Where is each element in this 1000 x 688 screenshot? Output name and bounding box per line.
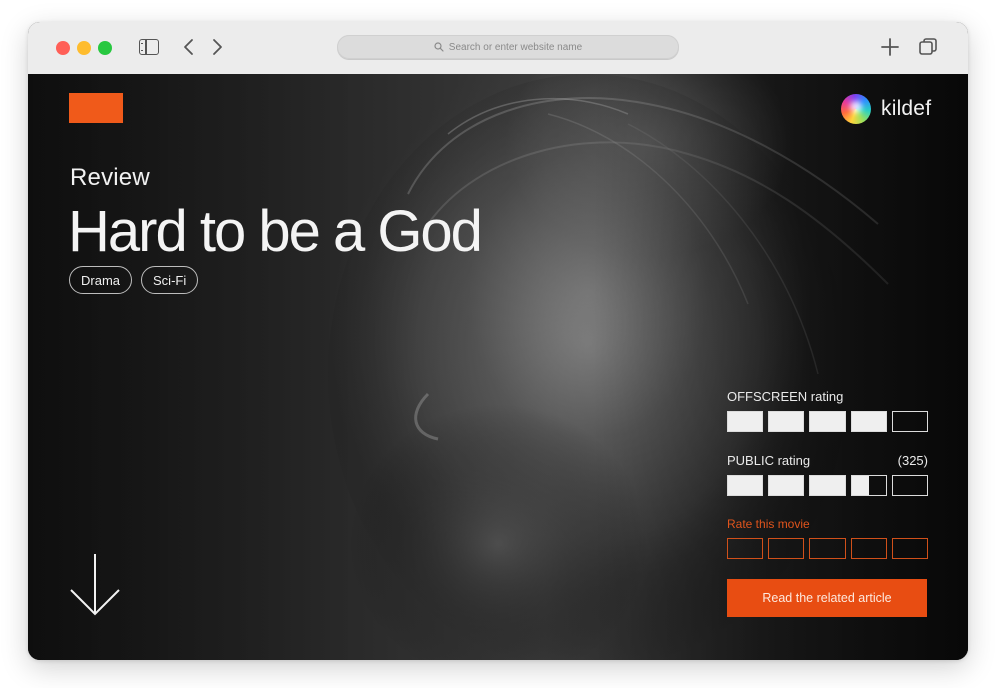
offscreen-rating-label: OFFSCREEN rating — [727, 389, 928, 404]
public-rating-box-fill — [810, 476, 845, 495]
read-article-button[interactable]: Read the related article — [727, 579, 927, 617]
rate-movie-box-1[interactable] — [727, 538, 764, 559]
browser-toolbar: Search or enter website name — [28, 22, 968, 75]
rate-movie-box-4[interactable] — [850, 538, 887, 559]
public-rating-box-fill — [728, 476, 763, 495]
forward-arrow-icon[interactable] — [206, 36, 228, 58]
public-rating-label: PUBLIC rating (325) — [727, 453, 928, 468]
genre-tags: Drama Sci-Fi — [69, 266, 199, 294]
public-rating-text: PUBLIC rating — [727, 453, 811, 468]
offscreen-rating-box-fill — [851, 412, 886, 431]
offscreen-rating-bar — [727, 411, 929, 432]
offscreen-rating-box-4 — [850, 411, 887, 432]
rate-movie-box-2[interactable] — [768, 538, 805, 559]
offscreen-rating-box-2 — [768, 411, 805, 432]
public-rating-bar — [727, 475, 929, 496]
tag-drama[interactable]: Drama — [69, 266, 133, 294]
arrow-down-icon[interactable] — [68, 552, 122, 618]
address-bar-placeholder: Search or enter website name — [448, 41, 583, 53]
maximize-window-button[interactable] — [98, 41, 112, 55]
search-icon — [434, 42, 444, 52]
offscreen-rating-box-fill — [810, 412, 845, 431]
offscreen-rating-text: OFFSCREEN rating — [727, 389, 844, 404]
public-rating-box-4 — [850, 475, 887, 496]
rate-movie-label: Rate this movie — [727, 517, 810, 531]
ratings-panel: OFFSCREEN rating PUBLIC rating (325) Rat… — [727, 389, 929, 617]
hero-section: kildef Review Hard to be a God Drama Sci… — [28, 74, 968, 660]
public-rating-box-3 — [809, 475, 846, 496]
rate-movie-input[interactable] — [727, 538, 929, 559]
back-arrow-icon[interactable] — [178, 36, 200, 58]
address-bar[interactable]: Search or enter website name — [337, 35, 679, 59]
sidebar-toggle-icon[interactable] — [139, 39, 159, 55]
offscreen-rating-box-fill — [769, 412, 804, 431]
public-rating-count: (325) — [897, 453, 928, 468]
public-rating-box-fill — [769, 476, 804, 495]
rate-movie-box-3[interactable] — [809, 538, 846, 559]
browser-window: Search or enter website name kildef Revi… — [28, 22, 968, 660]
offscreen-rating-box-5 — [891, 411, 929, 432]
offscreen-rating-box-3 — [809, 411, 846, 432]
site-logo[interactable]: kildef — [841, 94, 931, 124]
tag-sci-fi[interactable]: Sci-Fi — [141, 266, 199, 294]
close-window-button[interactable] — [56, 41, 70, 55]
new-tab-icon[interactable] — [880, 37, 900, 57]
logo-text: kildef — [881, 97, 932, 120]
movie-title: Hard to be a God — [68, 199, 483, 264]
offscreen-rating-box-fill — [728, 412, 763, 431]
brand-block[interactable] — [69, 93, 123, 123]
section-label: Review — [70, 164, 150, 191]
offscreen-rating-box-1 — [727, 411, 764, 432]
public-rating-box-5 — [891, 475, 929, 496]
public-rating-box-2 — [768, 475, 805, 496]
minimize-window-button[interactable] — [77, 41, 91, 55]
logo-mark-icon — [841, 94, 871, 124]
public-rating-box-fill — [851, 476, 869, 495]
tab-overview-icon[interactable] — [918, 37, 938, 57]
rate-movie-box-5[interactable] — [891, 538, 929, 559]
public-rating-box-1 — [727, 475, 764, 496]
